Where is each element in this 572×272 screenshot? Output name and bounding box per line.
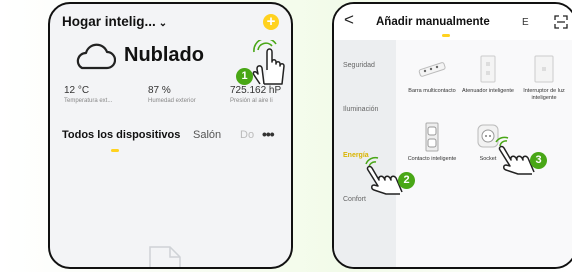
step-badge: 3 xyxy=(530,152,547,169)
pointing-hand-icon xyxy=(252,40,285,85)
phone-screen-home: Hogar intelig... ⌄ + Nublado 12 °C Temper… xyxy=(48,2,293,269)
device-atenuador[interactable]: Atenuador inteligente xyxy=(460,54,516,95)
home-title: Hogar intelig... xyxy=(62,14,156,29)
nav-header: < Añadir manualmente E xyxy=(334,4,572,40)
chevron-down-icon: ⌄ xyxy=(158,18,168,29)
empty-state-icon xyxy=(149,246,181,267)
power-strip-icon xyxy=(418,62,446,77)
device-barra-multicontacto[interactable]: Barra multicontacto xyxy=(404,54,460,95)
stat-value: 12 °C xyxy=(64,85,90,96)
phone-screen-add-device: < Añadir manualmente E Seguridad Ilumina… xyxy=(332,2,572,269)
category-sidebar: Seguridad Iluminación Energía Confort xyxy=(334,40,396,267)
weather-condition: Nublado xyxy=(124,44,204,66)
device-label: Barra multicontacto xyxy=(408,88,456,94)
stat-value: 87 % xyxy=(148,85,171,96)
stat-label: Humedad exterior xyxy=(148,98,196,104)
step-badge: 1 xyxy=(236,68,253,85)
tab-salon[interactable]: Salón xyxy=(193,129,221,141)
tutorial-canvas: Hogar intelig... ⌄ + Nublado 12 °C Temper… xyxy=(0,0,572,272)
outlet-icon xyxy=(425,122,439,152)
tab-next[interactable]: Do xyxy=(240,129,254,141)
home-selector[interactable]: Hogar intelig... ⌄ xyxy=(62,14,167,29)
stat-label: Presión al aire li xyxy=(230,98,273,104)
stat-temperature: 12 °C Temperatura ext... xyxy=(64,85,112,104)
tab-next-fragment[interactable]: E xyxy=(522,17,529,28)
tab-all-devices[interactable]: Todos los dispositivos xyxy=(62,129,180,141)
device-label: Atenuador inteligente xyxy=(462,88,514,94)
dimmer-icon xyxy=(480,55,496,83)
stat-value: 725.162 hP xyxy=(230,85,282,96)
light-switch-icon xyxy=(534,55,554,83)
room-tabs: Todos los dispositivos Salón Do ••• xyxy=(62,126,291,152)
stat-pressure: 725.162 hP Presión al aire li xyxy=(230,85,281,104)
device-interruptor[interactable]: Interruptor de luz inteligente xyxy=(516,54,572,102)
page-title[interactable]: Añadir manualmente xyxy=(376,16,490,28)
cloud-icon xyxy=(76,43,116,70)
category-seguridad[interactable]: Seguridad xyxy=(343,62,375,69)
category-confort[interactable]: Confort xyxy=(343,196,366,203)
device-grid: Barra multicontacto Atenuador inteligent… xyxy=(396,40,572,267)
step-badge: 2 xyxy=(398,172,415,189)
scan-icon[interactable] xyxy=(554,15,568,29)
active-tab-indicator xyxy=(442,34,450,37)
stat-label: Temperatura ext... xyxy=(64,98,113,104)
more-icon[interactable]: ••• xyxy=(262,126,275,142)
stat-humidity: 87 % Humedad exterior xyxy=(148,85,196,104)
device-label: Contacto inteligente xyxy=(407,156,457,162)
add-device-button[interactable]: + xyxy=(263,14,279,30)
active-tab-indicator xyxy=(111,149,119,152)
device-label: Interruptor de luz inteligente xyxy=(523,88,565,101)
back-icon[interactable]: < xyxy=(344,10,354,30)
device-contacto[interactable]: Contacto inteligente xyxy=(404,122,460,163)
category-iluminacion[interactable]: Iluminación xyxy=(343,106,378,113)
